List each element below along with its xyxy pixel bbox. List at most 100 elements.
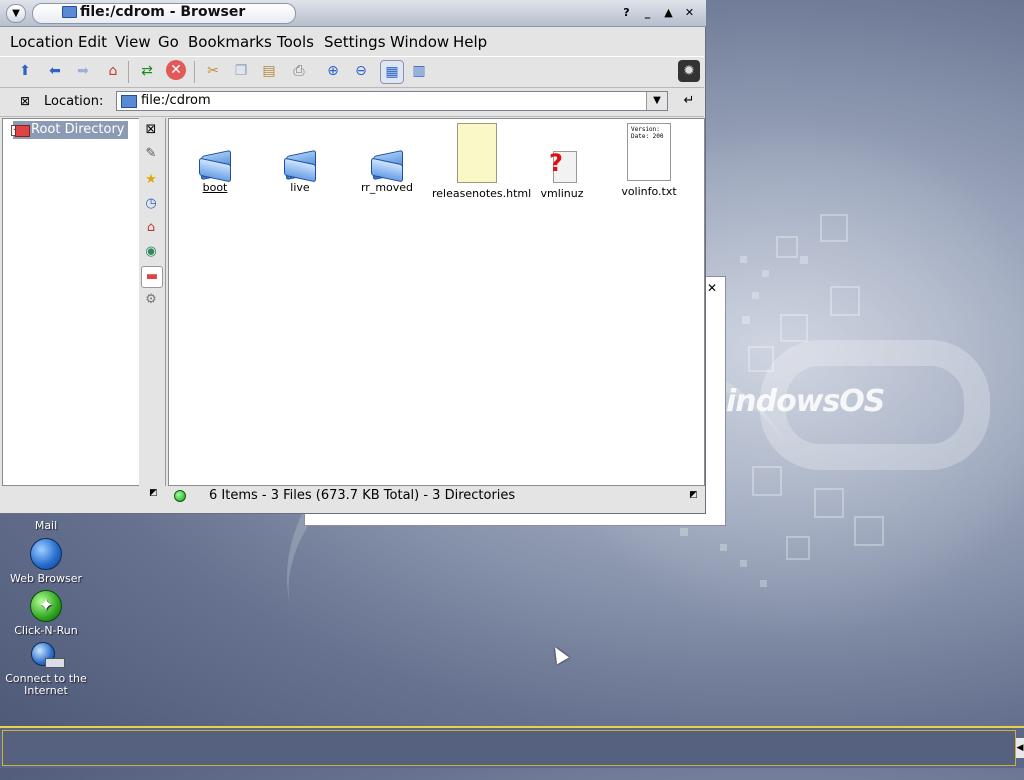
text-file-preview: Version: Date: 200 (631, 126, 664, 140)
file-item-boot[interactable]: boot (171, 149, 259, 194)
file-name: releasenotes.html (432, 187, 532, 200)
file-item-volinfo[interactable]: Version: Date: 200 volinfo.txt (605, 123, 693, 198)
taskbar-area[interactable] (2, 730, 1016, 766)
location-value: file:/cdrom (141, 93, 211, 108)
maximize-button[interactable]: ▲ (661, 5, 676, 20)
home-icon[interactable]: ⌂ (141, 218, 161, 238)
clear-location-icon[interactable]: ⊠ (14, 90, 36, 112)
sidebar-buttons: ⊠ ✎ ★ ◷ ⌂ ◉ ▬ ⚙ (139, 118, 166, 486)
navigation-tree[interactable]: + Root Directory (2, 118, 140, 486)
tree-item-root[interactable]: + Root Directory (11, 121, 128, 139)
taskbar-panel: ◀ (0, 726, 1024, 768)
zoom-out-icon[interactable]: ⊖ (350, 60, 372, 82)
decor-dot (800, 256, 808, 264)
file-name: rr_moved (360, 181, 414, 194)
desktop-icon-label: Mail (34, 519, 58, 532)
location-label: Location: (44, 94, 104, 109)
status-indicator-icon (174, 490, 186, 502)
location-input[interactable]: file:/cdrom ▼ (116, 91, 668, 111)
close-icon[interactable]: ✕ (705, 281, 719, 295)
toolbar-separator (194, 61, 195, 83)
reload-icon[interactable]: ⇄ (136, 60, 158, 82)
go-icon[interactable]: ↵ (678, 90, 700, 112)
decor-square (752, 466, 782, 496)
window-menu-button[interactable]: ▼ (6, 4, 26, 23)
folder-icon (371, 149, 403, 183)
paste-icon[interactable]: ▤ (258, 60, 280, 82)
decor-square (814, 488, 844, 518)
tree-item-label: Root Directory (31, 122, 125, 137)
decor-dot (720, 544, 727, 551)
decor-square (776, 236, 798, 258)
menu-location[interactable]: Location (10, 33, 73, 51)
resize-grip-icon[interactable]: ◩ (148, 488, 159, 499)
resize-grip-icon[interactable]: ◩ (688, 490, 699, 501)
decor-dot (680, 528, 688, 536)
menu-help[interactable]: Help (453, 33, 487, 51)
menu-bookmarks[interactable]: Bookmarks (188, 33, 272, 51)
brand-logo-text: indowsOS (726, 384, 885, 419)
zoom-in-icon[interactable]: ⊕ (322, 60, 344, 82)
up-arrow-icon[interactable]: ⬆ (14, 60, 36, 82)
menu-edit[interactable]: Edit (78, 33, 107, 51)
network-globe-icon[interactable]: ◉ (141, 242, 161, 262)
gear-icon[interactable]: ✹ (678, 60, 700, 82)
menu-view[interactable]: View (115, 33, 151, 51)
services-icon[interactable]: ⚙ (141, 290, 161, 310)
home-icon[interactable]: ⌂ (102, 60, 124, 82)
file-view[interactable]: boot live rr_moved releasenotes.html ? v… (168, 118, 705, 486)
folder-icon (199, 149, 231, 183)
file-item-vmlinuz[interactable]: ? vmlinuz (518, 149, 606, 200)
toolbar: ⬆ ⬅ ➡ ⌂ ⇄ ✕ ✂ ❐ ▤ ⎙ ⊕ ⊖ ▦ ▥ ✹ (0, 56, 704, 88)
menu-tools[interactable]: Tools (277, 33, 314, 51)
file-item-releasenotes[interactable]: releasenotes.html (432, 123, 532, 200)
cut-icon[interactable]: ✂ (202, 60, 224, 82)
decor-dot (740, 560, 747, 567)
folder-icon (62, 6, 77, 18)
detail-view-icon[interactable]: ▥ (408, 60, 430, 82)
decor-square (830, 286, 860, 316)
toolbar-separator (128, 61, 129, 83)
file-item-live[interactable]: live (256, 149, 344, 194)
unknown-file-icon: ? (547, 149, 577, 183)
file-item-rr-moved[interactable]: rr_moved (343, 149, 431, 194)
menu-window[interactable]: Window (390, 33, 449, 51)
desktop-icon-label: Click-N-Run (14, 624, 78, 637)
file-name: volinfo.txt (621, 185, 677, 198)
copy-icon[interactable]: ❐ (230, 60, 252, 82)
desktop-icon-click-n-run[interactable]: ✦ Click-N-Run (1, 590, 91, 637)
menu-settings[interactable]: Settings (324, 33, 386, 51)
drive-icon (15, 125, 30, 137)
bookmarks-star-icon[interactable]: ★ (141, 170, 161, 190)
stop-icon[interactable]: ✕ (166, 60, 186, 80)
desktop-icon-web-browser[interactable]: Web Browser (1, 538, 91, 585)
file-name: boot (202, 181, 228, 194)
desktop-icon-mail[interactable]: Mail (1, 520, 91, 532)
menu-go[interactable]: Go (158, 33, 179, 51)
status-bar: 6 Items - 3 Files (673.7 KB Total) - 3 D… (168, 486, 704, 506)
wrench-icon[interactable]: ✎ (141, 144, 161, 164)
location-bar: ⊠ Location: file:/cdrom ▼ ↵ (0, 88, 704, 117)
decor-dot (762, 270, 769, 277)
print-icon[interactable]: ⎙ (288, 60, 310, 82)
minimize-button[interactable]: _ (640, 5, 655, 20)
chevron-down-icon[interactable]: ▼ (646, 92, 667, 110)
title-bar[interactable]: ▼ file:/cdrom - Browser ? _ ▲ ✕ (0, 0, 706, 27)
menu-bar: Location Edit View Go Bookmarks Tools Se… (0, 28, 704, 54)
panel-hide-arrow-icon[interactable]: ◀ (1016, 738, 1024, 758)
desktop-icon-label: Web Browser (9, 572, 83, 585)
history-clock-icon[interactable]: ◷ (141, 194, 161, 214)
help-button[interactable]: ? (619, 5, 634, 20)
desktop-icon-label: Connect to the Internet (5, 672, 87, 697)
desktop-icon-connect[interactable]: Connect to the Internet (1, 640, 91, 697)
decor-square (748, 346, 774, 372)
icon-view-icon[interactable]: ▦ (380, 60, 404, 84)
back-arrow-icon[interactable]: ⬅ (44, 60, 66, 82)
root-folder-icon[interactable]: ▬ (141, 266, 163, 288)
close-button[interactable]: ✕ (682, 5, 697, 20)
decor-square (854, 516, 884, 546)
window-title: file:/cdrom - Browser (80, 4, 246, 20)
folder-icon (284, 149, 316, 183)
forward-arrow-icon[interactable]: ➡ (72, 60, 94, 82)
close-sidebar-icon[interactable]: ⊠ (141, 120, 161, 140)
